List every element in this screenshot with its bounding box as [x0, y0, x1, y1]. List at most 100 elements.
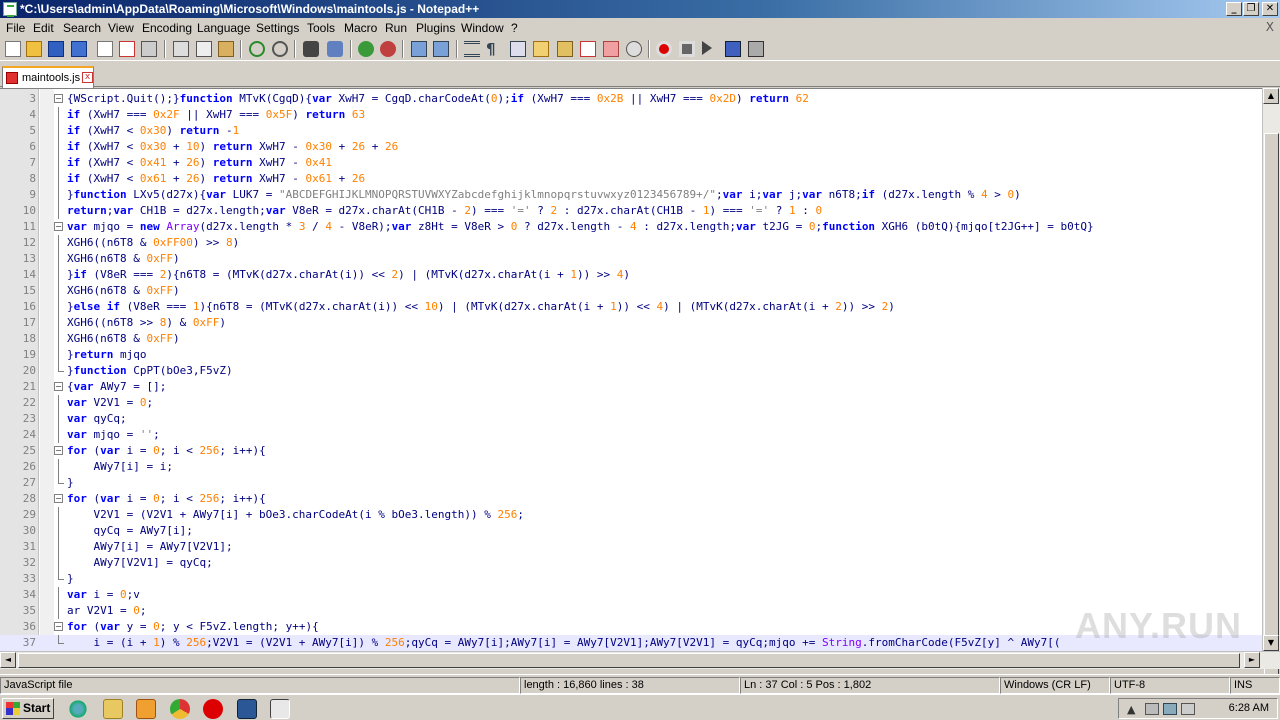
- code-line[interactable]: 20}function CpPT(bOe3,F5vZ): [0, 363, 1262, 379]
- code-line[interactable]: 33}: [0, 571, 1262, 587]
- close-document-button[interactable]: X: [1266, 20, 1274, 34]
- code-line[interactable]: 9}function LXv5(d27x){var LUK7 = "ABCDEF…: [0, 187, 1262, 203]
- code-text[interactable]: XGH6(n6T8 & 0xFF): [67, 251, 180, 267]
- code-text[interactable]: if (XwH7 < 0x61 + 26) return XwH7 - 0x61…: [67, 171, 365, 187]
- code-line[interactable]: 17 XGH6((n6T8 >> 8) & 0xFF): [0, 315, 1262, 331]
- vertical-scrollbar[interactable]: ▲ ▼: [1262, 88, 1280, 701]
- code-line[interactable]: 4 if (XwH7 === 0x2F || XwH7 === 0x5F) ret…: [0, 107, 1262, 123]
- code-line[interactable]: 23 var qyCq;: [0, 411, 1262, 427]
- menu-edit[interactable]: Edit: [33, 21, 54, 35]
- code-line[interactable]: 32 AWy7[V2V1] = qyCq;: [0, 555, 1262, 571]
- scroll-down-button[interactable]: ▼: [1263, 635, 1279, 651]
- play-macro-icon[interactable]: [702, 41, 712, 55]
- code-text[interactable]: for (var i = 0; i < 256; i++){: [67, 491, 266, 507]
- code-text[interactable]: qyCq = AWy7[i];: [67, 523, 192, 539]
- paste-icon[interactable]: [218, 41, 234, 57]
- code-line[interactable]: 28 − for (var i = 0; i < 256; i++){: [0, 491, 1262, 507]
- code-line[interactable]: 18 XGH6(n6T8 & 0xFF): [0, 331, 1262, 347]
- code-text[interactable]: }if (V8eR === 2){n6T8 = (MTvK(d27x.charA…: [67, 267, 630, 283]
- code-line[interactable]: 15 XGH6(n6T8 & 0xFF): [0, 283, 1262, 299]
- folder-workspace-icon[interactable]: [603, 41, 619, 57]
- save-icon[interactable]: [48, 41, 64, 57]
- code-text[interactable]: }function CpPT(bOe3,F5vZ): [67, 363, 233, 379]
- code-line[interactable]: 24 var mjqo = '';: [0, 427, 1262, 443]
- find-icon[interactable]: [303, 41, 319, 57]
- code-line[interactable]: 3 − {WScript.Quit();}function MTvK(CgqD){v…: [0, 91, 1262, 107]
- code-text[interactable]: var mjqo = '';: [67, 427, 160, 443]
- code-line[interactable]: 30 qyCq = AWy7[i];: [0, 523, 1262, 539]
- tab-close-button[interactable]: x: [82, 72, 93, 83]
- code-line[interactable]: 35 ar V2V1 = 0;: [0, 603, 1262, 619]
- code-text[interactable]: }: [67, 571, 74, 587]
- code-text[interactable]: XGH6((n6T8 & 0xFF00) >> 8): [67, 235, 239, 251]
- word-wrap-icon[interactable]: [464, 41, 480, 57]
- code-editor[interactable]: 3− {WScript.Quit();}function MTvK(CgqD){v…: [0, 88, 1262, 651]
- horizontal-scroll-thumb[interactable]: [18, 653, 1240, 668]
- code-text[interactable]: for (var y = 0; y < F5vZ.length; y++){: [67, 619, 319, 635]
- network-icon[interactable]: [1163, 703, 1177, 715]
- close-button[interactable]: ✕: [1262, 2, 1278, 16]
- code-line[interactable]: 12 XGH6((n6T8 & 0xFF00) >> 8): [0, 235, 1262, 251]
- menu-file[interactable]: File: [6, 21, 25, 35]
- copy-icon[interactable]: [196, 41, 212, 57]
- code-line[interactable]: 5 if (XwH7 < 0x30) return -1: [0, 123, 1262, 139]
- code-text[interactable]: return;var CH1B = d27x.length;var V8eR =…: [67, 203, 822, 219]
- show-all-characters-icon[interactable]: ¶: [486, 41, 502, 57]
- minimize-button[interactable]: _: [1226, 2, 1242, 16]
- new-file-icon[interactable]: [5, 41, 21, 57]
- redo-icon[interactable]: [272, 41, 288, 57]
- code-line[interactable]: 29 V2V1 = (V2V1 + AWy7[i] + bOe3.charCod…: [0, 507, 1262, 523]
- code-text[interactable]: AWy7[V2V1] = qyCq;: [67, 555, 212, 571]
- code-text[interactable]: i = (i + 1) % 256;V2V1 = (V2V1 + AWy7[i]…: [67, 635, 1060, 651]
- volume-icon[interactable]: [1181, 703, 1195, 715]
- code-line[interactable]: 25 − for (var i = 0; i < 256; i++){: [0, 443, 1262, 459]
- notepadpp-icon[interactable]: [270, 699, 290, 719]
- code-text[interactable]: }function LXv5(d27x){var LUK7 = "ABCDEFG…: [67, 187, 1021, 203]
- code-text[interactable]: }return mjqo: [67, 347, 147, 363]
- opera-icon[interactable]: [203, 699, 223, 719]
- code-line[interactable]: 16}else if (V8eR === 1){n6T8 = (MTvK(d27…: [0, 299, 1262, 315]
- action-center-flag-icon[interactable]: [1145, 703, 1159, 715]
- code-line[interactable]: 26 AWy7[i] = i;: [0, 459, 1262, 475]
- fold-toggle-icon[interactable]: −: [54, 494, 63, 503]
- code-line[interactable]: 6 if (XwH7 < 0x30 + 10) return XwH7 - 0x3…: [0, 139, 1262, 155]
- fold-toggle-icon[interactable]: −: [54, 382, 63, 391]
- start-button[interactable]: Start: [2, 698, 54, 719]
- stop-macro-icon[interactable]: [679, 41, 695, 57]
- code-text[interactable]: XGH6((n6T8 >> 8) & 0xFF): [67, 315, 226, 331]
- code-line[interactable]: 13 XGH6(n6T8 & 0xFF): [0, 251, 1262, 267]
- code-line[interactable]: 10 return;var CH1B = d27x.length;var V8eR…: [0, 203, 1262, 219]
- media-player-icon[interactable]: [136, 699, 156, 719]
- zoom-in-icon[interactable]: [358, 41, 374, 57]
- code-text[interactable]: }: [67, 475, 74, 491]
- code-line[interactable]: 31 AWy7[i] = AWy7[V2V1];: [0, 539, 1262, 555]
- code-text[interactable]: XGH6(n6T8 & 0xFF): [67, 331, 180, 347]
- menu-run[interactable]: Run: [385, 21, 407, 35]
- menu-plugins[interactable]: Plugins: [416, 21, 455, 35]
- code-text[interactable]: {WScript.Quit();}function MTvK(CgqD){var…: [67, 91, 809, 107]
- indent-guide-icon[interactable]: [510, 41, 526, 57]
- code-line[interactable]: 36 − for (var y = 0; y < F5vZ.length; y++)…: [0, 619, 1262, 635]
- menu-tools[interactable]: Tools: [307, 21, 335, 35]
- cut-icon[interactable]: [173, 41, 189, 57]
- code-line[interactable]: 19}return mjqo: [0, 347, 1262, 363]
- sync-horizontal-icon[interactable]: [433, 41, 449, 57]
- code-text[interactable]: if (XwH7 === 0x2F || XwH7 === 0x5F) retu…: [67, 107, 365, 123]
- close-file-icon[interactable]: [97, 41, 113, 57]
- horizontal-scrollbar[interactable]: ◄ ►: [0, 651, 1280, 669]
- code-line[interactable]: 11 − var mjqo = new Array(d27x.length * 3 …: [0, 219, 1262, 235]
- code-text[interactable]: var mjqo = new Array(d27x.length * 3 / 4…: [67, 219, 1094, 235]
- code-line[interactable]: 34 var i = 0;v: [0, 587, 1262, 603]
- vertical-scroll-thumb[interactable]: [1264, 133, 1279, 701]
- open-file-icon[interactable]: [26, 41, 42, 57]
- code-text[interactable]: XGH6(n6T8 & 0xFF): [67, 283, 180, 299]
- menu-help[interactable]: ?: [511, 21, 518, 35]
- sync-vertical-icon[interactable]: [411, 41, 427, 57]
- function-list-icon[interactable]: [580, 41, 596, 57]
- show-hidden-icons-icon[interactable]: ▲: [1127, 703, 1141, 716]
- code-text[interactable]: if (XwH7 < 0x30 + 10) return XwH7 - 0x30…: [67, 139, 398, 155]
- fold-toggle-icon[interactable]: −: [54, 446, 63, 455]
- code-text[interactable]: var V2V1 = 0;: [67, 395, 153, 411]
- document-map-icon[interactable]: [557, 41, 573, 57]
- menu-settings[interactable]: Settings: [256, 21, 299, 35]
